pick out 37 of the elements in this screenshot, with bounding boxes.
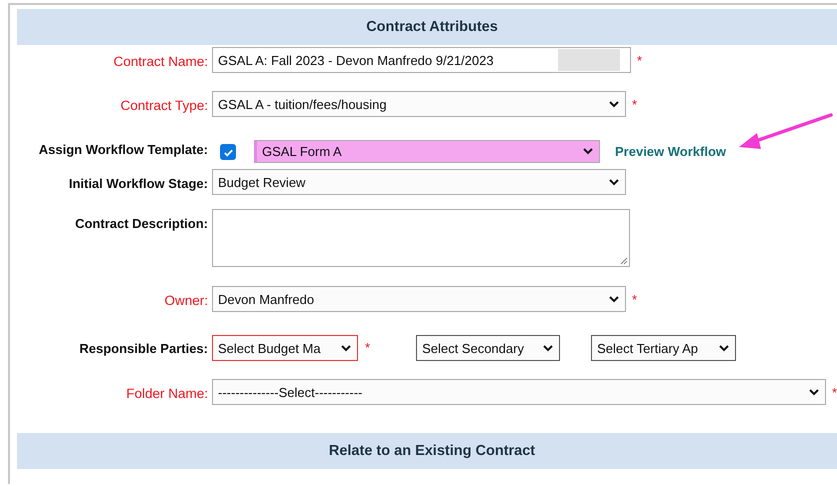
redaction-block bbox=[558, 49, 620, 71]
required-asterisk: * bbox=[832, 385, 837, 400]
chevron-down-icon bbox=[583, 148, 593, 155]
field-label: Assign Workflow Template: bbox=[38, 141, 208, 157]
dropdown[interactable]: Budget Review bbox=[212, 169, 626, 195]
required-asterisk: * bbox=[637, 53, 642, 68]
field-label: Folder Name: bbox=[125, 385, 208, 401]
dropdown[interactable]: Select Secondary bbox=[416, 335, 560, 361]
field-label: Contract Name: bbox=[112, 53, 208, 69]
dropdown[interactable]: GSAL Form A bbox=[254, 140, 600, 163]
dropdown[interactable]: --------------Select----------- bbox=[212, 379, 826, 405]
field-label: Responsible Parties: bbox=[78, 340, 208, 356]
chevron-down-icon bbox=[609, 296, 619, 302]
chevron-down-icon bbox=[809, 388, 819, 396]
chevron-down-icon bbox=[341, 344, 351, 352]
resize-grip-icon bbox=[620, 257, 628, 265]
required-asterisk: * bbox=[365, 340, 370, 355]
dropdown[interactable]: Devon Manfredo bbox=[212, 286, 626, 312]
section-header: Relate to an Existing Contract bbox=[17, 433, 837, 469]
text-area[interactable] bbox=[212, 209, 630, 267]
preview-workflow-link[interactable]: Preview Workflow bbox=[615, 144, 726, 159]
chevron-down-icon bbox=[543, 344, 554, 352]
section-header: Contract Attributes bbox=[17, 9, 837, 45]
dropdown[interactable]: GSAL A - tuition/fees/housing bbox=[212, 91, 626, 117]
dropdown[interactable]: Select Budget Ma bbox=[212, 335, 358, 361]
checkbox[interactable] bbox=[220, 144, 236, 160]
chevron-down-icon bbox=[609, 100, 619, 108]
required-asterisk: * bbox=[632, 292, 638, 307]
required-asterisk: * bbox=[632, 97, 638, 112]
dropdown[interactable]: Select Tertiary Ap bbox=[591, 335, 736, 361]
text-field[interactable]: GSAL A: Fall 2023 - Devon Manfredo 9/21/2023 bbox=[212, 47, 631, 73]
field-label: Contract Type: bbox=[119, 97, 208, 113]
field-label: Initial Workflow Stage: bbox=[68, 175, 208, 191]
field-label: Owner: bbox=[163, 292, 208, 308]
chevron-down-icon bbox=[719, 344, 730, 352]
chevron-down-icon bbox=[609, 178, 619, 186]
field-label: Contract Description: bbox=[74, 215, 208, 231]
